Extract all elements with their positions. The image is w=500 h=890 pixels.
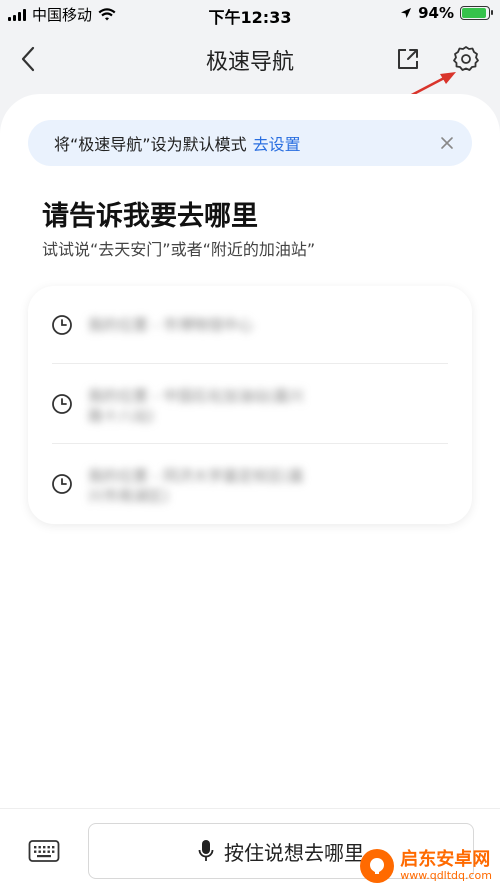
clock-icon xyxy=(52,315,72,335)
keyboard-icon[interactable] xyxy=(28,839,60,863)
clock-icon xyxy=(52,474,72,494)
status-right: 94% xyxy=(400,4,493,22)
history-item[interactable]: 我的位置 - 中国石化加油站(嘉兴路十八站) xyxy=(28,364,472,444)
watermark-logo-icon xyxy=(360,849,395,883)
status-bar: 中国移动 下午12:33 94% xyxy=(0,0,500,28)
history-item-text: 我的位置 - 市博物馆中心 xyxy=(88,316,253,334)
hold-to-talk-label: 按住说想去哪里 xyxy=(224,840,364,865)
history-item-text: 我的位置 - 中国石化加油站(嘉兴路十八站) xyxy=(88,387,304,425)
battery-icon xyxy=(460,6,493,20)
prompt-subtitle: 试试说“去天安门”或者“附近的加油站” xyxy=(42,240,316,259)
history-card: 我的位置 - 市博物馆中心 我的位置 - 中国石化加油站(嘉兴路十八站) 我的位… xyxy=(28,286,472,524)
history-item-text: 我的位置 - 同济大学嘉定校区(嘉兴市南湖区) xyxy=(88,467,304,505)
prompt-title: 请告诉我要去哪里 xyxy=(42,201,258,232)
history-item[interactable]: 我的位置 - 市博物馆中心 xyxy=(28,286,472,364)
default-mode-banner: 将“极速导航”设为默认模式 去设置 xyxy=(28,120,472,166)
go-settings-link[interactable]: 去设置 xyxy=(253,131,301,155)
main-sheet: 将“极速导航”设为默认模式 去设置 请告诉我要去哪里 试试说“去天安门”或者“附… xyxy=(0,94,500,889)
banner-text: 将“极速导航”设为默认模式 xyxy=(54,135,247,154)
battery-percent: 94% xyxy=(418,4,454,22)
watermark-url: www.qdltdq.com xyxy=(400,869,492,882)
clock-icon xyxy=(52,394,72,414)
close-icon[interactable] xyxy=(438,134,456,152)
location-arrow-icon xyxy=(401,8,412,18)
history-item[interactable]: 我的位置 - 同济大学嘉定校区(嘉兴市南湖区) xyxy=(28,444,472,524)
microphone-icon xyxy=(198,840,214,861)
watermark-name: 启东安卓网 xyxy=(400,849,491,870)
site-watermark: 启东安卓网 www.qdltdq.com xyxy=(360,849,492,883)
